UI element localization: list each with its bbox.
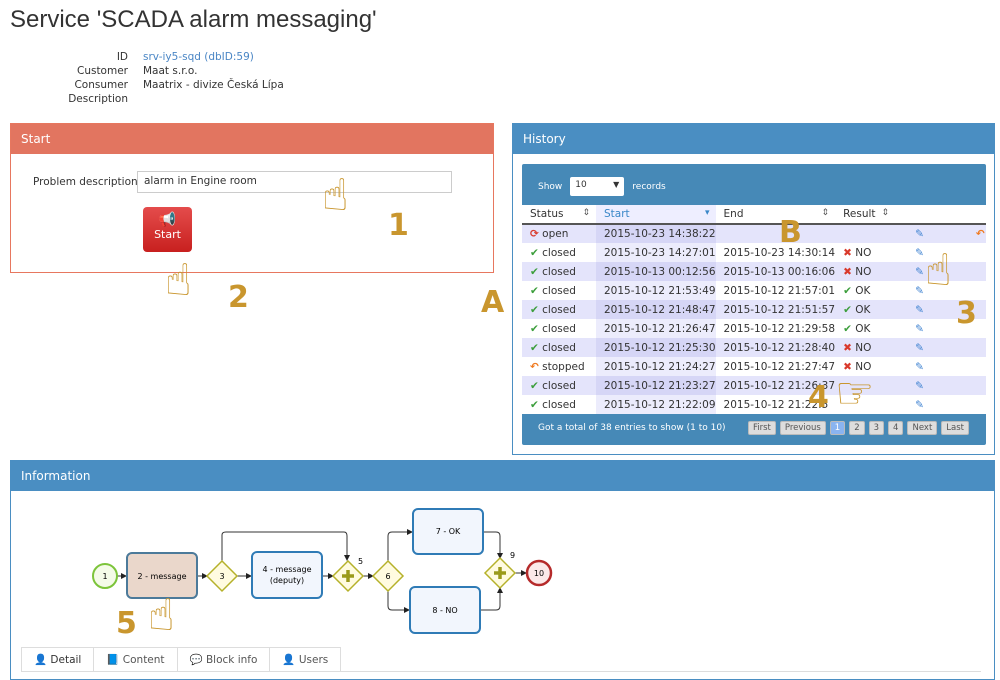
svg-text:10: 10 <box>534 569 544 578</box>
annotation-3: 3 <box>956 296 977 331</box>
annotation-1: 1 <box>388 208 409 243</box>
task-message-deputy[interactable] <box>251 551 323 599</box>
svg-text:7 - OK: 7 - OK <box>436 527 461 536</box>
svg-text:2 - message: 2 - message <box>137 572 186 581</box>
annotation-5: 5 <box>116 606 137 641</box>
pointing-hand-icon: ☝ <box>925 245 952 296</box>
svg-text:(deputy): (deputy) <box>270 576 304 585</box>
svg-text:1: 1 <box>102 572 107 581</box>
svg-text:4 - message: 4 - message <box>262 565 311 574</box>
annotation-b: B <box>779 215 802 250</box>
svg-text:5: 5 <box>358 557 363 566</box>
process-diagram: 1 2 - message 4 - message (deputy) 7 - O… <box>92 508 553 634</box>
annotation-a: A <box>481 285 505 320</box>
svg-text:3: 3 <box>219 572 224 581</box>
svg-text:9: 9 <box>510 551 515 560</box>
annotation-2: 2 <box>228 280 249 315</box>
svg-text:8 - NO: 8 - NO <box>432 606 457 615</box>
pointing-hand-icon: ☝ <box>165 255 192 306</box>
pointing-hand-icon: ☝ <box>148 590 175 641</box>
svg-text:6: 6 <box>385 572 390 581</box>
annotation-4: 4 <box>808 380 829 415</box>
plus-icon <box>342 567 506 582</box>
pointing-hand-icon: ☝ <box>322 170 349 221</box>
pointing-hand-icon: ☞ <box>835 368 875 419</box>
